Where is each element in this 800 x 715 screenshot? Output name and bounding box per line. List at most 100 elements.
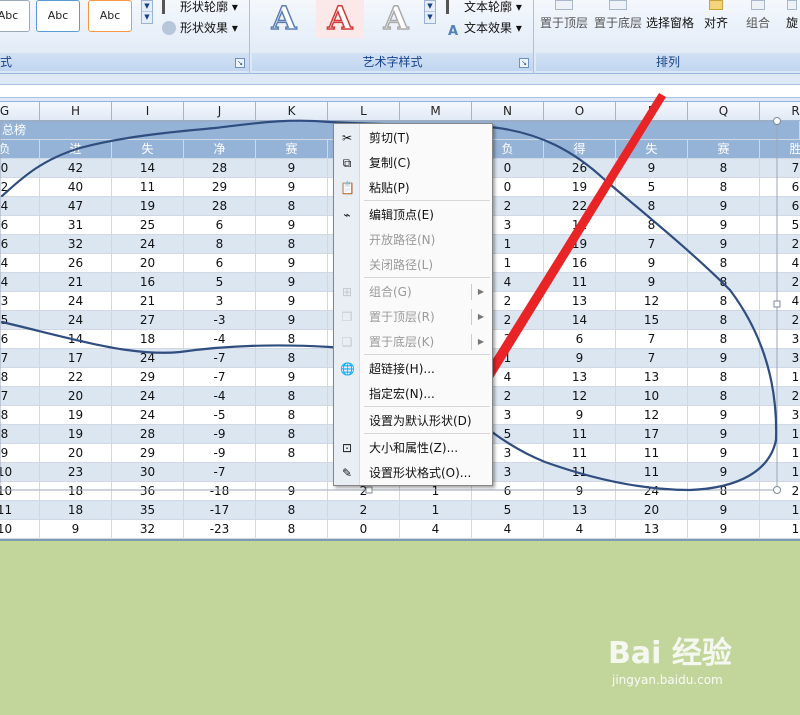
table-cell[interactable]: 13 bbox=[544, 292, 616, 311]
table-cell[interactable]: 17 bbox=[40, 349, 112, 368]
table-cell[interactable]: 8 bbox=[0, 425, 40, 444]
table-cell[interactable]: 9 bbox=[616, 273, 688, 292]
table-cell[interactable]: 3 bbox=[760, 330, 800, 349]
table-cell[interactable]: 20 bbox=[40, 387, 112, 406]
table-cell[interactable]: 5 bbox=[0, 311, 40, 330]
table-cell[interactable]: 8 bbox=[256, 501, 328, 520]
menu-item-10[interactable]: 🌐 超链接(H)... bbox=[334, 357, 492, 381]
column-header-n[interactable]: N bbox=[472, 102, 544, 121]
table-cell[interactable]: 9 bbox=[688, 197, 760, 216]
table-cell[interactable]: 20 bbox=[112, 254, 184, 273]
table-cell[interactable]: 1 bbox=[760, 501, 800, 520]
table-cell[interactable]: 18 bbox=[40, 501, 112, 520]
table-cell[interactable]: 22 bbox=[40, 368, 112, 387]
table-cell[interactable]: 7 bbox=[616, 235, 688, 254]
selection-pane-button[interactable]: 选择窗格 bbox=[646, 0, 694, 31]
table-cell[interactable]: 4 bbox=[400, 520, 472, 539]
table-cell[interactable]: 36 bbox=[112, 482, 184, 501]
table-cell[interactable]: -23 bbox=[184, 520, 256, 539]
table-cell[interactable]: -9 bbox=[184, 425, 256, 444]
table-cell[interactable]: 14 bbox=[112, 159, 184, 178]
table-cell[interactable]: 6 bbox=[544, 330, 616, 349]
table-cell[interactable]: 9 bbox=[688, 444, 760, 463]
table-cell[interactable]: 9 bbox=[256, 273, 328, 292]
table-cell[interactable]: 1 bbox=[760, 425, 800, 444]
table-cell[interactable]: 8 bbox=[688, 387, 760, 406]
table-cell[interactable]: 净 bbox=[184, 140, 256, 159]
table-cell[interactable]: 11 bbox=[544, 273, 616, 292]
column-header-o[interactable]: O bbox=[544, 102, 616, 121]
table-cell[interactable]: 赛 bbox=[256, 140, 328, 159]
table-cell[interactable]: 8 bbox=[256, 197, 328, 216]
column-header-l[interactable]: L bbox=[328, 102, 400, 121]
column-header-q[interactable]: Q bbox=[688, 102, 760, 121]
column-header-h[interactable]: H bbox=[40, 102, 112, 121]
align-button[interactable]: 对齐 bbox=[704, 0, 728, 31]
table-cell[interactable]: 2 bbox=[760, 235, 800, 254]
table-cell[interactable]: 11 bbox=[544, 463, 616, 482]
table-cell[interactable]: 24 bbox=[40, 292, 112, 311]
table-cell[interactable]: -3 bbox=[184, 311, 256, 330]
table-cell[interactable]: 23 bbox=[40, 463, 112, 482]
table-cell[interactable]: 27 bbox=[112, 311, 184, 330]
table-cell[interactable]: 4 bbox=[472, 520, 544, 539]
dialog-launcher-icon[interactable]: ↘ bbox=[519, 58, 529, 68]
table-cell[interactable]: 21 bbox=[112, 292, 184, 311]
table-cell[interactable]: 14 bbox=[544, 311, 616, 330]
table-cell[interactable]: 10 bbox=[0, 520, 40, 539]
table-cell[interactable]: 11 bbox=[616, 463, 688, 482]
table-cell[interactable]: 8 bbox=[688, 368, 760, 387]
table-cell[interactable]: 6 bbox=[760, 178, 800, 197]
table-cell[interactable]: 8 bbox=[256, 520, 328, 539]
table-cell[interactable]: 20 bbox=[40, 444, 112, 463]
table-cell[interactable]: 47 bbox=[40, 197, 112, 216]
table-cell[interactable]: 9 bbox=[688, 235, 760, 254]
table-cell[interactable]: 8 bbox=[688, 159, 760, 178]
menu-item-11[interactable]: 指定宏(N)... bbox=[334, 382, 492, 406]
table-cell[interactable]: 胜 bbox=[760, 140, 800, 159]
table-cell[interactable]: 9 bbox=[616, 254, 688, 273]
table-cell[interactable]: 9 bbox=[256, 292, 328, 311]
table-cell[interactable]: 8 bbox=[0, 368, 40, 387]
menu-item-12[interactable]: 设置为默认形状(D) bbox=[334, 409, 492, 433]
table-cell[interactable]: 35 bbox=[112, 501, 184, 520]
table-cell[interactable]: 8 bbox=[184, 235, 256, 254]
table-cell[interactable]: 8 bbox=[688, 292, 760, 311]
table-cell[interactable]: 9 bbox=[544, 406, 616, 425]
table-cell[interactable]: -4 bbox=[184, 330, 256, 349]
table-cell[interactable]: 9 bbox=[688, 216, 760, 235]
table-cell[interactable]: 8 bbox=[688, 330, 760, 349]
table-cell[interactable]: 7 bbox=[616, 330, 688, 349]
group-button[interactable]: 组合 bbox=[746, 0, 770, 31]
table-cell[interactable]: 24 bbox=[112, 406, 184, 425]
table-cell[interactable]: 19 bbox=[544, 178, 616, 197]
table-cell[interactable]: 1 bbox=[760, 368, 800, 387]
table-cell[interactable]: 4 bbox=[760, 254, 800, 273]
table-cell[interactable]: 8 bbox=[0, 406, 40, 425]
table-cell[interactable]: 40 bbox=[40, 178, 112, 197]
table-cell[interactable]: 19 bbox=[40, 425, 112, 444]
table-cell[interactable]: 9 bbox=[256, 368, 328, 387]
shape-style-sample-1[interactable]: Abc bbox=[0, 0, 30, 32]
column-header-r[interactable]: R bbox=[760, 102, 800, 121]
menu-item-14[interactable]: ✎ 设置形状格式(O)... bbox=[334, 461, 492, 485]
table-cell[interactable]: 14 bbox=[40, 330, 112, 349]
table-cell[interactable]: 20 bbox=[616, 501, 688, 520]
table-cell[interactable]: 6 bbox=[184, 254, 256, 273]
table-cell[interactable]: 8 bbox=[688, 178, 760, 197]
table-cell[interactable]: 12 bbox=[616, 406, 688, 425]
table-cell[interactable]: 18 bbox=[40, 482, 112, 501]
table-cell[interactable]: -4 bbox=[184, 387, 256, 406]
table-cell[interactable]: 6 bbox=[0, 216, 40, 235]
table-cell[interactable]: 进 bbox=[40, 140, 112, 159]
table-cell[interactable]: 6 bbox=[760, 197, 800, 216]
table-cell[interactable]: 29 bbox=[112, 444, 184, 463]
table-cell[interactable]: 9 bbox=[544, 482, 616, 501]
table-cell[interactable]: 10 bbox=[0, 463, 40, 482]
table-cell[interactable]: 19 bbox=[544, 235, 616, 254]
table-cell[interactable]: 5 bbox=[184, 273, 256, 292]
table-cell[interactable]: 29 bbox=[112, 368, 184, 387]
table-cell[interactable]: 7 bbox=[760, 159, 800, 178]
table-cell[interactable]: 失 bbox=[112, 140, 184, 159]
table-cell[interactable]: 9 bbox=[256, 216, 328, 235]
